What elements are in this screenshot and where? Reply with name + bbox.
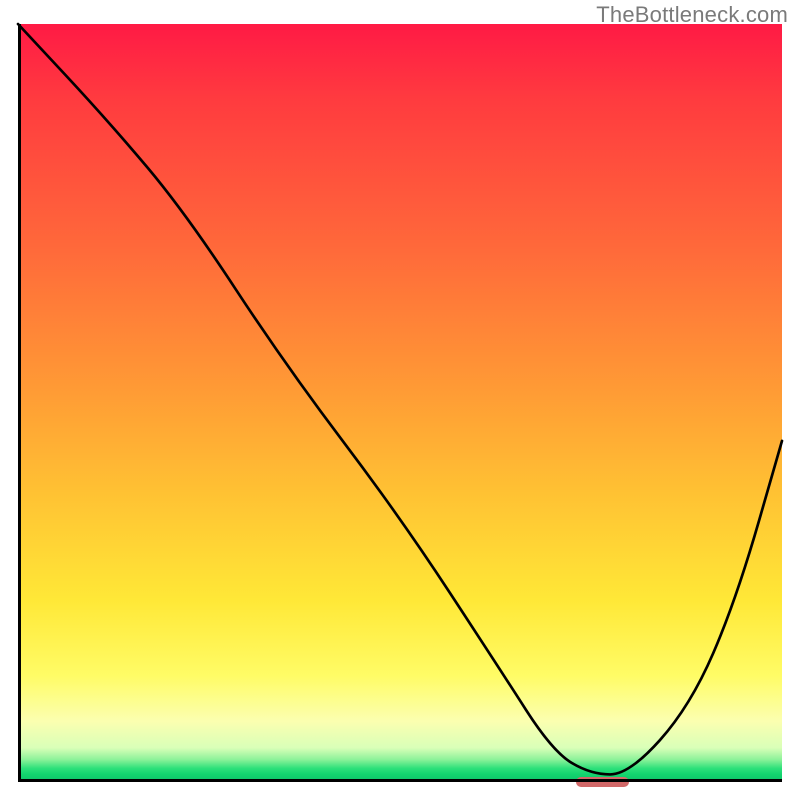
chart-container: TheBottleneck.com bbox=[0, 0, 800, 800]
plot-area bbox=[18, 24, 782, 782]
axes bbox=[18, 24, 782, 782]
